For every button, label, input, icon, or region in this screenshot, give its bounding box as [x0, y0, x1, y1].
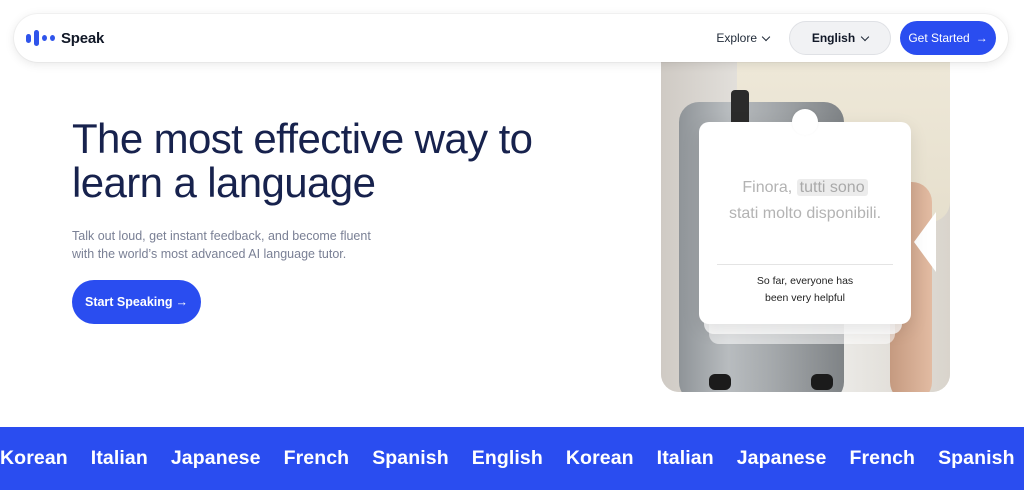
get-started-button[interactable]: Get Started → [900, 21, 996, 55]
page: Speak Explore English Get Started → The … [0, 0, 1024, 493]
language-marquee-track: Korean Italian Japanese French Spanish Englis… [0, 427, 1024, 490]
language-item: English [471, 447, 543, 469]
hero-subtext-line-1: Talk out loud, get instant feedback, and… [72, 229, 371, 243]
photo-wheel [709, 374, 731, 390]
language-selector[interactable]: English [789, 21, 891, 55]
start-speaking-button[interactable]: Start Speaking → [72, 280, 201, 324]
italian-phrase-start: Finora, [742, 179, 797, 196]
language-item: Spanish [938, 447, 1015, 469]
get-started-label: Get Started [908, 31, 970, 45]
chevron-down-icon [761, 32, 771, 41]
nav-actions: Explore English Get Started → [716, 21, 996, 55]
hero-subtext-line-2: with the world’s most advanced AI langua… [72, 247, 347, 261]
hero-subtext: Talk out loud, get instant feedback, and… [72, 227, 412, 263]
language-item: Italian [90, 447, 148, 469]
language-item: French [283, 447, 350, 469]
language-item: Spanish [372, 447, 449, 469]
language-item: French [849, 447, 916, 469]
language-item: Japanese [170, 447, 261, 469]
language-item: Italian [656, 447, 714, 469]
translation-card: Finora, tutti sono stati molto disponibi… [699, 122, 911, 324]
arrow-right-icon: → [175, 295, 189, 309]
english-translation-line-2: been very helpful [765, 292, 845, 304]
brand-name: Speak [61, 29, 105, 47]
english-translation-line-1: So far, everyone has [756, 275, 854, 287]
hero-headline-line-1: The most effective way to [72, 115, 533, 162]
hero-headline-line-2: learn a language [72, 159, 376, 206]
card-notch [792, 109, 818, 135]
italian-phrase-line-2: stati molto disponibili. [728, 205, 882, 222]
speak-wave-logo-icon [26, 30, 55, 46]
italian-phrase: Finora, tutti sono stati molto disponibi… [699, 175, 911, 227]
photo-wheel [811, 374, 833, 390]
top-nav: Speak Explore English Get Started → [14, 14, 1008, 62]
brand-logo[interactable]: Speak [26, 30, 104, 47]
hero-headline: The most effective way to learn a langua… [72, 117, 592, 205]
arrow-right-icon: → [975, 31, 988, 45]
language-item: Korean [0, 447, 68, 469]
explore-label: Explore [716, 31, 757, 45]
explore-menu[interactable]: Explore [716, 31, 771, 45]
english-translation: So far, everyone has been very helpful [699, 273, 911, 307]
language-marquee: Korean Italian Japanese French Spanish Englis… [0, 427, 1024, 490]
italian-phrase-highlight: tutti sono [796, 179, 868, 196]
language-item: Korean [565, 447, 634, 469]
photo-wedge [914, 212, 936, 272]
start-speaking-label: Start Speaking [84, 295, 173, 309]
chevron-down-icon [860, 32, 870, 41]
language-item: Japanese [736, 447, 827, 469]
language-selector-label: English [811, 31, 856, 45]
card-divider [717, 264, 893, 265]
